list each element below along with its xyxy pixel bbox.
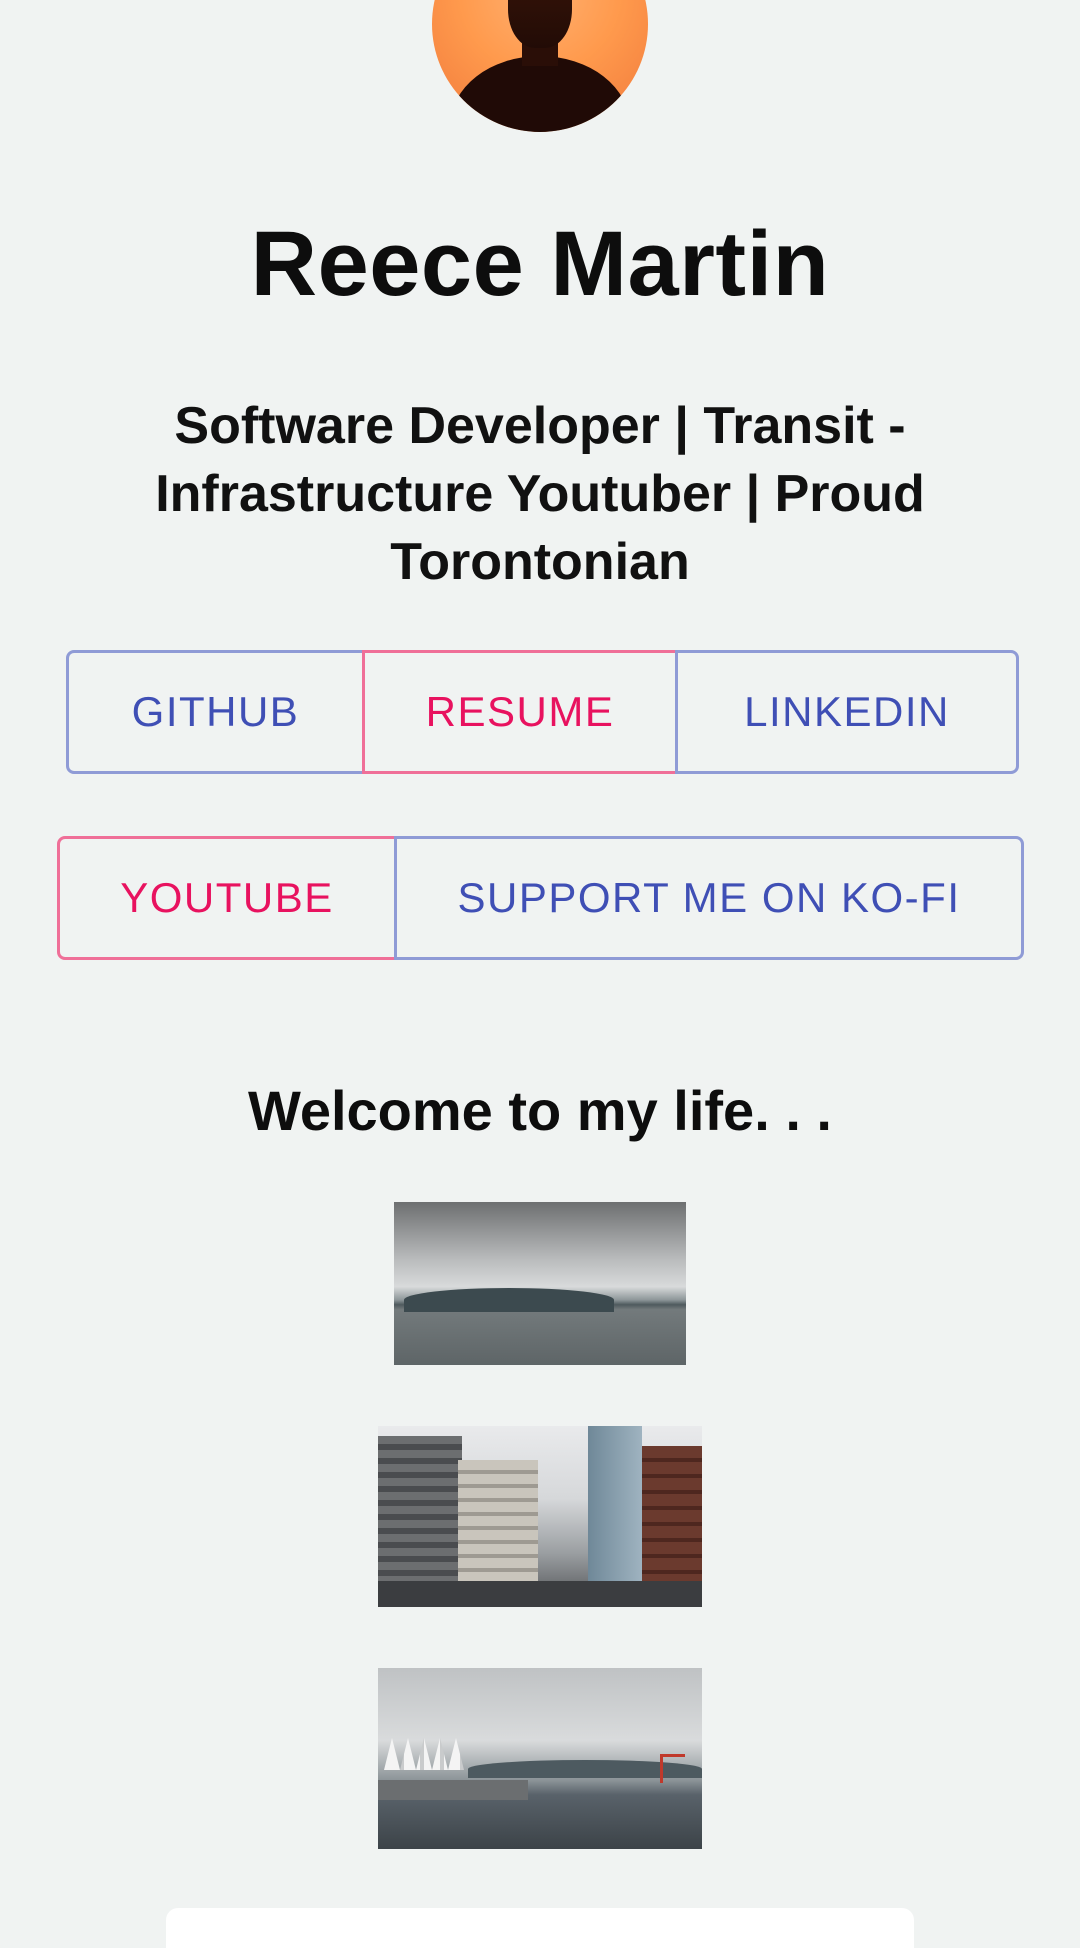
next-section-card [166, 1908, 914, 1948]
profile-name: Reece Martin [250, 213, 830, 315]
link-button-group-primary: GITHUB RESUME LINKEDIN [66, 650, 1019, 774]
github-button[interactable]: GITHUB [66, 650, 365, 774]
kofi-support-button[interactable]: SUPPORT ME ON KO-FI [394, 836, 1024, 960]
gallery-photo-street [378, 1426, 702, 1607]
avatar-silhouette-shoulders [450, 56, 630, 132]
gallery-photo-waterfront [378, 1668, 702, 1849]
resume-button[interactable]: RESUME [362, 650, 678, 774]
link-button-group-secondary: YOUTUBE SUPPORT ME ON KO-FI [57, 836, 1024, 960]
gallery-heading: Welcome to my life. . . [247, 1079, 832, 1142]
gallery-photo-harbour [394, 1202, 686, 1365]
avatar [432, 0, 648, 132]
avatar-silhouette-head [508, 0, 572, 48]
profile-tagline: Software Developer | Transit - Infrastru… [155, 397, 925, 591]
linkedin-button[interactable]: LINKEDIN [675, 650, 1019, 774]
youtube-button[interactable]: YOUTUBE [57, 836, 397, 960]
